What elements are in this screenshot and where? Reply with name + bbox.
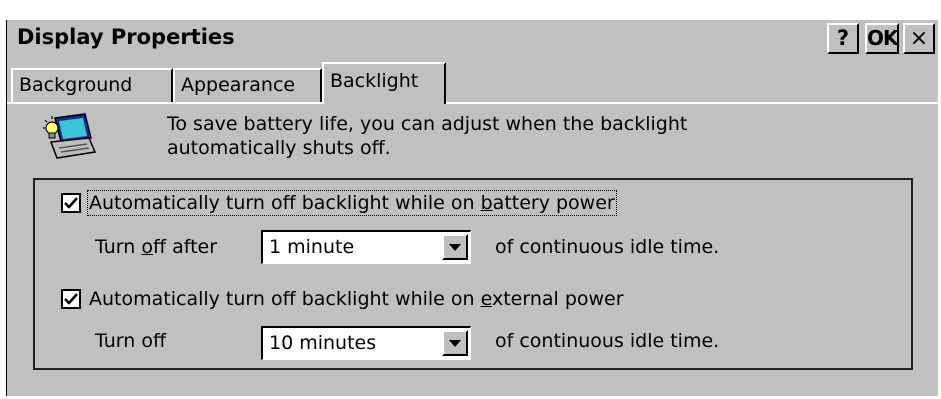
turn-off-part2: ff after <box>152 236 218 258</box>
close-button[interactable]: × <box>903 23 935 54</box>
tab-backlight[interactable]: Backlight <box>322 62 446 104</box>
battery-idle-suffix: of continuous idle time. <box>495 236 720 258</box>
backlight-settings-group: Automatically turn off backlight while o… <box>33 178 913 370</box>
checkmark-icon <box>64 293 78 305</box>
external-label-hotkey: e <box>480 288 492 310</box>
description-line-1: To save battery life, you can adjust whe… <box>167 113 688 135</box>
title-bar[interactable]: Display Properties ? OK × <box>7 20 938 58</box>
description-line-2: automatically shuts off. <box>167 137 391 159</box>
backlight-panel: To save battery life, you can adjust whe… <box>7 102 938 396</box>
external-idle-suffix: of continuous idle time. <box>495 330 720 352</box>
external-timeout-value: 10 minutes <box>269 332 377 354</box>
battery-turn-off-label: Turn off after <box>95 236 217 258</box>
external-turn-off-label: Turn off <box>95 330 167 352</box>
external-label-part2: xternal power <box>491 288 624 310</box>
battery-checkbox-label[interactable]: Automatically turn off backlight while o… <box>87 190 617 216</box>
battery-label-part1: Automatically turn off backlight while o… <box>89 192 481 214</box>
external-label-part1: Automatically turn off backlight while o… <box>89 288 481 310</box>
window-title: Display Properties <box>17 25 235 49</box>
battery-dropdown-arrow-icon[interactable] <box>442 234 468 260</box>
battery-timeout-value: 1 minute <box>269 236 355 258</box>
battery-checkbox-row[interactable]: Automatically turn off backlight while o… <box>61 190 617 216</box>
display-properties-dialog: Display Properties ? OK × Background App… <box>6 20 938 396</box>
checkmark-icon <box>64 197 78 209</box>
backlight-description: To save battery life, you can adjust whe… <box>167 112 867 160</box>
background-window-fragment <box>0 0 941 22</box>
turn-off-part1: Turn <box>95 236 142 258</box>
help-button[interactable]: ? <box>827 23 859 54</box>
external-checkbox-row[interactable]: Automatically turn off backlight while o… <box>61 288 624 310</box>
battery-label-hotkey: b <box>480 192 493 214</box>
tab-background[interactable]: Background <box>11 68 173 102</box>
battery-timeout-select[interactable]: 1 minute <box>261 230 471 264</box>
battery-label-part2: attery power <box>492 192 615 214</box>
battery-checkbox[interactable] <box>61 193 81 213</box>
laptop-backlight-icon <box>43 113 97 159</box>
external-checkbox[interactable] <box>61 289 81 309</box>
external-checkbox-label[interactable]: Automatically turn off backlight while o… <box>89 288 624 310</box>
ok-button[interactable]: OK <box>865 23 899 54</box>
tab-appearance[interactable]: Appearance <box>173 68 322 102</box>
turn-off-hotkey: o <box>141 236 153 258</box>
external-dropdown-arrow-icon[interactable] <box>442 330 468 356</box>
external-timeout-select[interactable]: 10 minutes <box>261 326 471 360</box>
tab-strip: Background Appearance Backlight <box>7 58 938 104</box>
